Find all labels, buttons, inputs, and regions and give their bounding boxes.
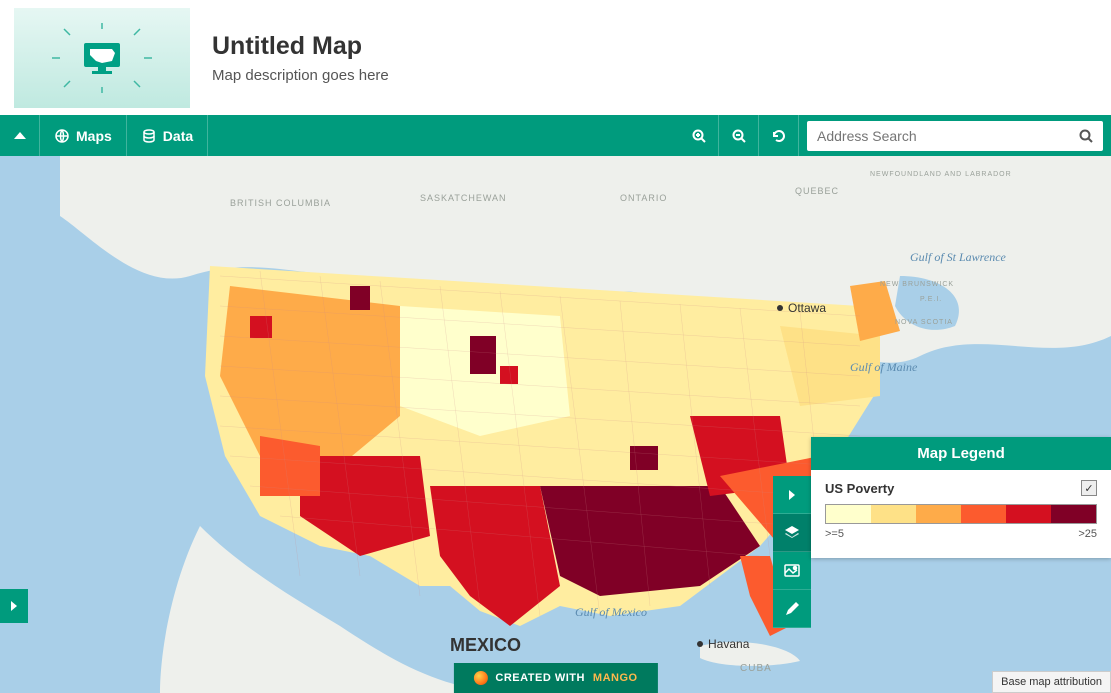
legend-layer-checkbox[interactable]: ✓ [1081, 480, 1097, 496]
maps-menu-button[interactable]: Maps [40, 115, 127, 156]
main-toolbar: Maps Data [0, 115, 1111, 156]
title-block: Untitled Map Map description goes here [212, 32, 389, 84]
data-menu-button[interactable]: Data [127, 115, 208, 156]
search-input[interactable] [807, 128, 1069, 144]
expand-left-panel-button[interactable] [0, 589, 28, 623]
svg-text:ONTARIO: ONTARIO [620, 193, 667, 203]
page-description: Map description goes here [212, 67, 389, 84]
svg-text:QUEBEC: QUEBEC [795, 186, 839, 196]
refresh-button[interactable] [759, 115, 799, 156]
legend-min-label: >=5 [825, 528, 844, 540]
svg-text:BRITISH COLUMBIA: BRITISH COLUMBIA [230, 198, 331, 208]
zoom-in-button[interactable] [679, 115, 719, 156]
search-box [807, 121, 1103, 151]
maps-menu-label: Maps [76, 128, 112, 144]
expand-legend-button[interactable] [773, 476, 811, 514]
svg-text:Gulf of St Lawrence: Gulf of St Lawrence [910, 250, 1007, 264]
collapse-header-button[interactable] [0, 115, 40, 156]
legend-layer-name: US Poverty [825, 481, 894, 496]
svg-text:NEWFOUNDLAND AND LABRADOR: NEWFOUNDLAND AND LABRADOR [870, 171, 1012, 178]
svg-text:CUBA: CUBA [740, 663, 772, 674]
legend-color-ramp [825, 504, 1097, 524]
created-with-label: CREATED WITH [495, 672, 585, 684]
page-title: Untitled Map [212, 32, 389, 61]
svg-text:NOVA SCOTIA: NOVA SCOTIA [895, 319, 953, 326]
svg-text:Gulf of Mexico: Gulf of Mexico [575, 605, 647, 619]
map-canvas: BRITISH COLUMBIA SASKATCHEWAN ONTARIO QU… [0, 156, 1111, 693]
search-button[interactable] [1069, 128, 1103, 144]
mango-icon [473, 671, 487, 685]
data-menu-label: Data [163, 128, 193, 144]
legend-max-label: >25 [1078, 528, 1097, 540]
mango-brand-label: MANGO [593, 672, 638, 684]
svg-text:P.E.I.: P.E.I. [920, 296, 942, 303]
legend-title: Map Legend [811, 437, 1111, 470]
svg-text:SASKATCHEWAN: SASKATCHEWAN [420, 193, 507, 203]
draw-tool-button[interactable] [773, 590, 811, 628]
zoom-out-button[interactable] [719, 115, 759, 156]
svg-text:Gulf of Maine: Gulf of Maine [850, 360, 918, 374]
toolbar-spacer [208, 115, 679, 156]
created-with-mango-badge[interactable]: CREATED WITH MANGO [453, 663, 657, 693]
search-container [799, 115, 1111, 156]
map-viewport[interactable]: BRITISH COLUMBIA SASKATCHEWAN ONTARIO QU… [0, 156, 1111, 693]
basemap-button[interactable] [773, 552, 811, 590]
layers-button[interactable] [773, 514, 811, 552]
legend-panel: Map Legend US Poverty ✓ >=5 >25 [811, 437, 1111, 558]
svg-text:Havana: Havana [708, 637, 750, 651]
svg-text:MEXICO: MEXICO [450, 635, 521, 655]
svg-text:NEW BRUNSWICK: NEW BRUNSWICK [880, 281, 954, 288]
side-tool-bar [773, 476, 811, 628]
svg-text:Ottawa: Ottawa [788, 301, 826, 315]
app-logo [14, 8, 190, 108]
basemap-attribution-button[interactable]: Base map attribution [992, 671, 1111, 693]
app-header: Untitled Map Map description goes here [0, 0, 1111, 115]
